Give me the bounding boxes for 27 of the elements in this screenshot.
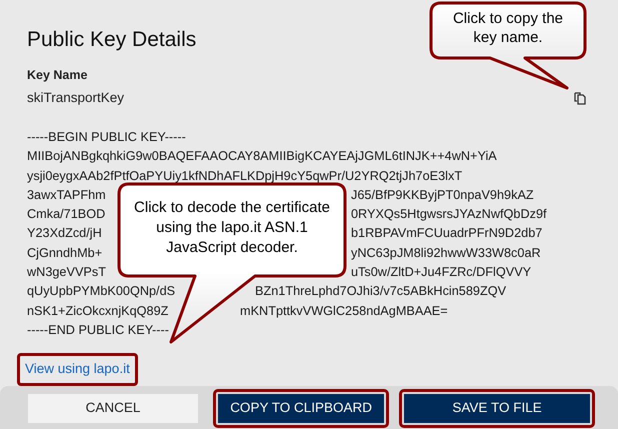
callout-text: Click to copy the key name. [452, 10, 564, 46]
key-text: yNC63pJM8li92hwwW33W8c0aR [351, 244, 541, 262]
key-text: Y23XdZcd/jH [27, 226, 102, 240]
key-text: -----BEGIN PUBLIC KEY----- [27, 129, 186, 146]
primary-button[interactable]: SAVE TO FILE [399, 388, 595, 428]
key-text: mKNTpttkvVWGlC258ndAgMBAAE= [240, 302, 448, 320]
view-link[interactable]: View using lapo.it [17, 353, 138, 386]
key-text: ysji0eygxAAb2fPtfOaPYUiy1kfNDhAFLKDpjH9cY5qwPr/U2YRQ2tjJh7oE3lxT [27, 168, 462, 185]
key-text: Cmka/71BOD [27, 207, 106, 222]
key-text: 0RYXQs5HtgwsrsJYAzNwfQbDz9f [351, 206, 547, 224]
key-text: -----END PUBLIC KEY---- [27, 322, 169, 339]
callout-text: Click to decode the certificate using the lapo.it ASN.1 JavaScript decoder. [134, 199, 330, 256]
copy-icon[interactable] [574, 92, 586, 105]
key-text: BZn1ThreLphd7OJhi3/v7c5ABkHcin589ZQV [255, 283, 506, 300]
key-text: 3awxTAPFhm [27, 188, 106, 202]
key-text: qUyUpbPYMbK00QNp/dS [27, 284, 176, 298]
key-name-label: Key Name [27, 67, 88, 84]
primary-button[interactable]: COPY TO CLIPBOARD [213, 388, 390, 428]
dialog-title: Public Key Details [27, 27, 196, 53]
key-text: nSK1+ZicOkcxnjKqQ89Z [27, 304, 168, 318]
key-text: CjGnndhMb+ [27, 246, 102, 260]
key-text: wN3geVVPsT [27, 265, 106, 280]
key-text: uTs0w/ZltD+Ju4FZRc/DFlQVVY [351, 264, 532, 282]
key-name-value: skiTransportKey [27, 89, 124, 107]
key-text: MIIBojANBgkqhkiG9w0BAQEFAAOCAY8AMIIBigKCAYEAjJGML6tINJK++4wN+YiA [27, 148, 497, 166]
key-text: b1RBPAVmFCUuadrPFrN9D2db7 [351, 225, 542, 242]
key-text: J65/BfP9KKByjPT0npaV9h9kAZ [351, 186, 534, 204]
